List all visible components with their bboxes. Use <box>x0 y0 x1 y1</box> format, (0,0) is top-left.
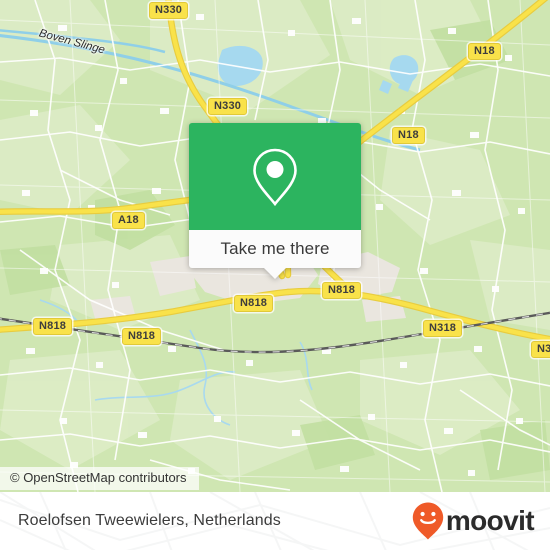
take-me-there-label: Take me there <box>220 239 330 258</box>
location-pin-icon <box>253 148 297 206</box>
callout-tail <box>264 268 286 279</box>
moovit-pin-smiley-icon <box>412 502 444 540</box>
road-shield-n818-east: N818 <box>322 282 362 299</box>
place-title: Roelofsen Tweewielers, Netherlands <box>18 512 281 529</box>
road-shield-n818-southwest: N818 <box>122 328 162 345</box>
take-me-there-button[interactable]: Take me there <box>189 230 361 279</box>
road-shield-a18: A18 <box>112 212 145 229</box>
road-shield-n330-top: N330 <box>149 2 189 19</box>
moovit-wordmark: moovit <box>445 505 535 536</box>
location-callout-card[interactable]: Take me there <box>189 123 361 279</box>
moovit-logo[interactable]: moovit <box>411 492 535 550</box>
road-shield-n318: N318 <box>423 320 463 337</box>
callout-icon-area <box>189 123 361 230</box>
road-shield-n818-center: N818 <box>234 295 274 312</box>
road-shield-n18-mid: N18 <box>392 127 425 144</box>
footer-bar: Roelofsen Tweewielers, Netherlands moovi… <box>0 492 550 550</box>
openstreetmap-attribution[interactable]: © OpenStreetMap contributors <box>0 467 199 490</box>
map-canvas[interactable]: Boven Slinge N330 N18 N330 N18 A18 N818 … <box>0 0 550 492</box>
map-share-card: Boven Slinge N330 N18 N330 N18 A18 N818 … <box>0 0 550 550</box>
road-shield-n330-mid: N330 <box>208 98 248 115</box>
road-shield-n18-topright: N18 <box>468 43 501 60</box>
road-shield-n818-west: N818 <box>33 318 73 335</box>
road-shield-n3-edge: N3 <box>531 341 550 358</box>
